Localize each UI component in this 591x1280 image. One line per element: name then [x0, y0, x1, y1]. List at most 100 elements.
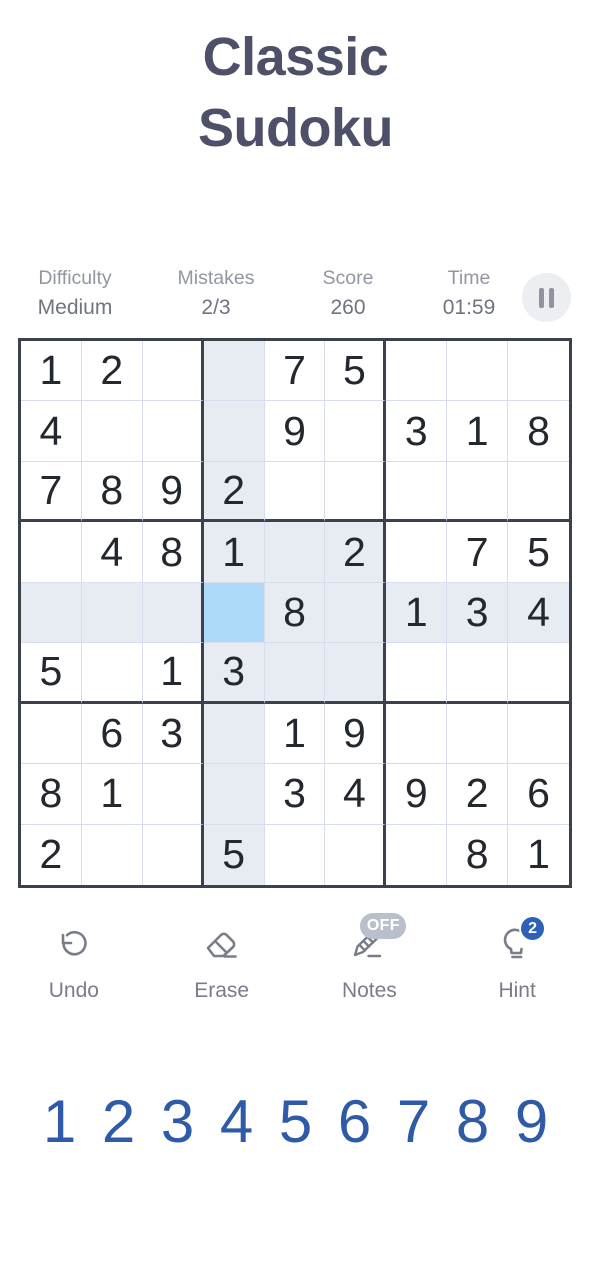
erase-button[interactable]: Erase	[148, 915, 296, 1003]
cell-r1c4[interactable]	[203, 341, 265, 402]
cell-r9c7[interactable]	[386, 824, 448, 885]
cell-r7c9[interactable]	[508, 703, 569, 765]
cell-r8c2[interactable]: 1	[81, 764, 143, 825]
cell-r4c3[interactable]: 8	[142, 522, 204, 583]
cell-r3c9[interactable]	[508, 461, 569, 523]
pencil-icon-wrap: OFF	[338, 913, 407, 971]
cell-r2c4[interactable]	[203, 401, 265, 462]
cell-r2c8[interactable]: 1	[447, 401, 509, 462]
numpad-key-7[interactable]: 7	[384, 1092, 443, 1152]
cell-r4c4[interactable]: 1	[203, 522, 265, 583]
cell-r9c9[interactable]: 1	[508, 824, 569, 885]
cell-r5c1[interactable]	[21, 582, 82, 644]
sudoku-board[interactable]: 1275493187892481275813451363198134926258…	[18, 338, 572, 888]
cell-r6c5[interactable]	[264, 643, 326, 704]
cell-r7c7[interactable]	[386, 703, 448, 765]
cell-r4c5[interactable]	[264, 522, 326, 583]
cell-r8c8[interactable]: 2	[447, 764, 509, 825]
numpad-key-3[interactable]: 3	[148, 1092, 207, 1152]
cell-r1c1[interactable]: 1	[21, 341, 82, 402]
numpad-key-1[interactable]: 1	[30, 1092, 89, 1152]
undo-button[interactable]: Undo	[0, 915, 148, 1003]
cell-r5c5[interactable]: 8	[264, 582, 326, 644]
cell-r6c9[interactable]	[508, 643, 569, 704]
numpad-key-5[interactable]: 5	[266, 1092, 325, 1152]
cell-r4c6[interactable]: 2	[325, 522, 387, 583]
cell-r1c9[interactable]	[508, 341, 569, 402]
cell-r2c1[interactable]: 4	[21, 401, 82, 462]
cell-r1c7[interactable]	[386, 341, 448, 402]
cell-r4c7[interactable]	[386, 522, 448, 583]
cell-r8c5[interactable]: 3	[264, 764, 326, 825]
cell-r8c4[interactable]	[203, 764, 265, 825]
cell-r9c3[interactable]	[142, 824, 204, 885]
cell-r6c2[interactable]	[81, 643, 143, 704]
cell-r3c5[interactable]	[264, 461, 326, 523]
cell-r9c2[interactable]	[81, 824, 143, 885]
cell-r3c2[interactable]: 8	[81, 461, 143, 523]
cell-r8c9[interactable]: 6	[508, 764, 569, 825]
cell-r2c3[interactable]	[142, 401, 204, 462]
cell-r9c1[interactable]: 2	[21, 824, 82, 885]
cell-r1c6[interactable]: 5	[325, 341, 387, 402]
cell-r7c6[interactable]: 9	[325, 703, 387, 765]
numpad-key-4[interactable]: 4	[207, 1092, 266, 1152]
cell-r6c1[interactable]: 5	[21, 643, 82, 704]
cell-r4c9[interactable]: 5	[508, 522, 569, 583]
cell-r3c3[interactable]: 9	[142, 461, 204, 523]
hint-button[interactable]: 2 Hint	[443, 915, 591, 1003]
cell-r3c4[interactable]: 2	[203, 461, 265, 523]
cell-r3c8[interactable]	[447, 461, 509, 523]
cell-r6c4[interactable]: 3	[203, 643, 265, 704]
cell-r7c2[interactable]: 6	[81, 703, 143, 765]
cell-r8c3[interactable]	[142, 764, 204, 825]
cell-r4c1[interactable]	[21, 522, 82, 583]
cell-r7c4[interactable]	[203, 703, 265, 765]
cell-r6c6[interactable]	[325, 643, 387, 704]
numpad-key-6[interactable]: 6	[325, 1092, 384, 1152]
cell-r7c3[interactable]: 3	[142, 703, 204, 765]
numpad-key-9[interactable]: 9	[502, 1092, 561, 1152]
cell-r2c7[interactable]: 3	[386, 401, 448, 462]
cell-r5c2[interactable]	[81, 582, 143, 644]
cell-r9c5[interactable]	[264, 824, 326, 885]
cell-r2c9[interactable]: 8	[508, 401, 569, 462]
difficulty-label: Difficulty	[38, 267, 112, 289]
cell-r8c6[interactable]: 4	[325, 764, 387, 825]
notes-button[interactable]: OFF Notes	[296, 913, 444, 1003]
cell-r1c5[interactable]: 7	[264, 341, 326, 402]
pause-button[interactable]	[522, 273, 571, 322]
cell-r1c8[interactable]	[447, 341, 509, 402]
cell-r1c2[interactable]: 2	[81, 341, 143, 402]
cell-r4c2[interactable]: 4	[81, 522, 143, 583]
cell-r1c3[interactable]	[142, 341, 204, 402]
cell-r5c4[interactable]	[203, 582, 265, 644]
cell-r8c1[interactable]: 8	[21, 764, 82, 825]
cell-r6c7[interactable]	[386, 643, 448, 704]
cell-r3c6[interactable]	[325, 461, 387, 523]
cell-r3c1[interactable]: 7	[21, 461, 82, 523]
cell-r2c2[interactable]	[81, 401, 143, 462]
cell-r7c8[interactable]	[447, 703, 509, 765]
cell-r5c8[interactable]: 3	[447, 582, 509, 644]
cell-r9c4[interactable]: 5	[203, 824, 265, 885]
cell-r5c3[interactable]	[142, 582, 204, 644]
cell-r3c7[interactable]	[386, 461, 448, 523]
cell-r4c8[interactable]: 7	[447, 522, 509, 583]
numpad-key-2[interactable]: 2	[89, 1092, 148, 1152]
numpad-key-8[interactable]: 8	[443, 1092, 502, 1152]
bulb-icon-wrap: 2	[486, 915, 548, 971]
cell-r9c8[interactable]: 8	[447, 824, 509, 885]
cell-r9c6[interactable]	[325, 824, 387, 885]
cell-r7c1[interactable]	[21, 703, 82, 765]
cell-r6c3[interactable]: 1	[142, 643, 204, 704]
cell-r5c9[interactable]: 4	[508, 582, 569, 644]
cell-r2c6[interactable]	[325, 401, 387, 462]
cell-r2c5[interactable]: 9	[264, 401, 326, 462]
cell-r5c7[interactable]: 1	[386, 582, 448, 644]
cell-r6c8[interactable]	[447, 643, 509, 704]
cell-r8c7[interactable]: 9	[386, 764, 448, 825]
cell-r7c5[interactable]: 1	[264, 703, 326, 765]
page-title: Classic Sudoku	[0, 0, 591, 165]
cell-r5c6[interactable]	[325, 582, 387, 644]
